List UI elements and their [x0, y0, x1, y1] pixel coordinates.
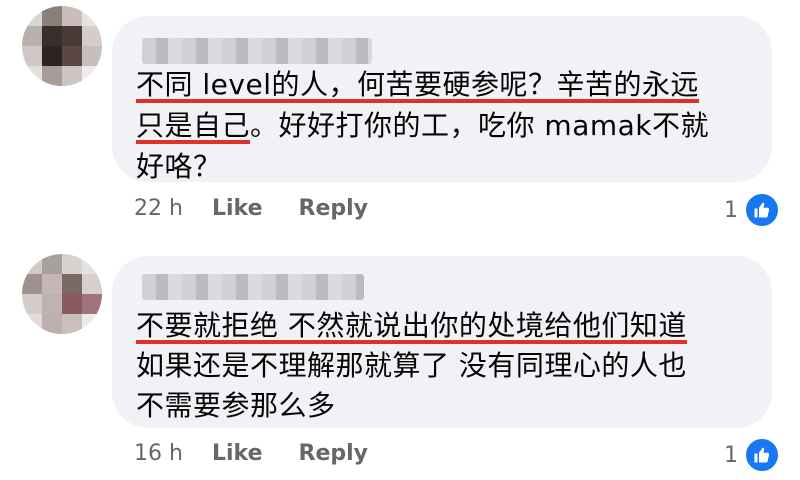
comment-text-line: 好咯？ [136, 146, 756, 187]
text-segment: 好咯？ [136, 150, 222, 183]
avatar-pixel [62, 46, 82, 66]
reaction-summary[interactable]: 1 [724, 437, 780, 473]
comment-meta: 16 h Like Reply [134, 441, 404, 466]
avatar-pixel [22, 274, 42, 294]
comment-text: 不要就拒绝 不然就说出你的处境给他们知道 如果还是不理解那就算了 没有同理心的人也… [136, 306, 756, 426]
avatar-pixel [42, 254, 62, 274]
avatar-pixel [22, 254, 42, 274]
comment-text-line: 如果还是不理解那就算了 没有同理心的人也 [136, 346, 756, 386]
comment: 不同 level的人，何苦要硬参呢？辛苦的永远 只是自己。好好打你的工，吃你 ma… [0, 0, 800, 240]
avatar-pixel [62, 254, 82, 274]
avatar-pixel [82, 26, 102, 46]
avatar-pixel [42, 66, 62, 86]
avatar-pixel [82, 6, 102, 26]
underlined-text: 不要就拒绝 不然就说出你的处境给他们知道 [136, 309, 687, 342]
comment: 不要就拒绝 不然就说出你的处境给他们知道 如果还是不理解那就算了 没有同理心的人也… [0, 240, 800, 480]
comment-text-line: 不要就拒绝 不然就说出你的处境给他们知道 [136, 306, 756, 346]
avatar-pixel [62, 6, 82, 26]
author-name-redacted[interactable] [142, 274, 364, 300]
avatar-pixel [62, 66, 82, 86]
text-segment: 。好好打你的工，吃你 mamak不就 [250, 109, 709, 142]
reply-button[interactable]: Reply [299, 441, 369, 466]
avatar-pixel [62, 314, 82, 334]
reply-button[interactable]: Reply [299, 196, 369, 221]
comment-text-line: 只是自己。好好打你的工，吃你 mamak不就 [136, 105, 756, 146]
timestamp[interactable]: 16 h [134, 441, 212, 466]
avatar-pixel [42, 46, 62, 66]
avatar-pixel [62, 26, 82, 46]
avatar-pixel [42, 294, 62, 314]
comment-meta: 22 h Like Reply [134, 196, 404, 221]
avatar-pixel [42, 26, 62, 46]
like-button[interactable]: Like [212, 441, 263, 466]
thumbs-up-icon [744, 437, 780, 473]
reaction-count: 1 [724, 197, 738, 223]
avatar-pixel [22, 314, 42, 334]
avatar-pixel [82, 66, 102, 86]
avatar-pixel [22, 26, 42, 46]
avatar-pixel [42, 314, 62, 334]
comment-bubble: 不同 level的人，何苦要硬参呢？辛苦的永远 只是自己。好好打你的工，吃你 ma… [112, 16, 772, 183]
comment-text: 不同 level的人，何苦要硬参呢？辛苦的永远 只是自己。好好打你的工，吃你 ma… [136, 64, 756, 187]
avatar-pixel [22, 66, 42, 86]
avatar-pixel [22, 46, 42, 66]
avatar-pixel [42, 274, 62, 294]
reaction-summary[interactable]: 1 [724, 192, 780, 228]
text-segment: 不需要参那么多 [136, 389, 336, 422]
avatar-pixel [82, 274, 102, 294]
avatar-pixel [82, 254, 102, 274]
comment-text-line: 不需要参那么多 [136, 386, 756, 426]
avatar-pixel [82, 314, 102, 334]
comment-text-line: 不同 level的人，何苦要硬参呢？辛苦的永远 [136, 64, 756, 105]
avatar-pixel [62, 274, 82, 294]
like-button[interactable]: Like [212, 196, 263, 221]
timestamp[interactable]: 22 h [134, 196, 212, 221]
avatar[interactable] [22, 254, 102, 334]
avatar[interactable] [22, 6, 102, 86]
avatar-pixel [82, 294, 102, 314]
reaction-count: 1 [724, 442, 738, 468]
avatar-pixel [62, 294, 82, 314]
text-segment: 如果还是不理解那就算了 没有同理心的人也 [136, 349, 687, 382]
avatar-pixel [42, 6, 62, 26]
avatar-pixel [82, 46, 102, 66]
avatar-pixel [22, 294, 42, 314]
underlined-text: 只是自己 [136, 109, 251, 142]
comment-bubble: 不要就拒绝 不然就说出你的处境给他们知道 如果还是不理解那就算了 没有同理心的人也… [112, 256, 772, 428]
author-name-redacted[interactable] [142, 38, 372, 64]
avatar-pixel [22, 6, 42, 26]
underlined-text: 不同 level的人，何苦要硬参呢？辛苦的永远 [136, 68, 699, 101]
thumbs-up-icon [744, 192, 780, 228]
